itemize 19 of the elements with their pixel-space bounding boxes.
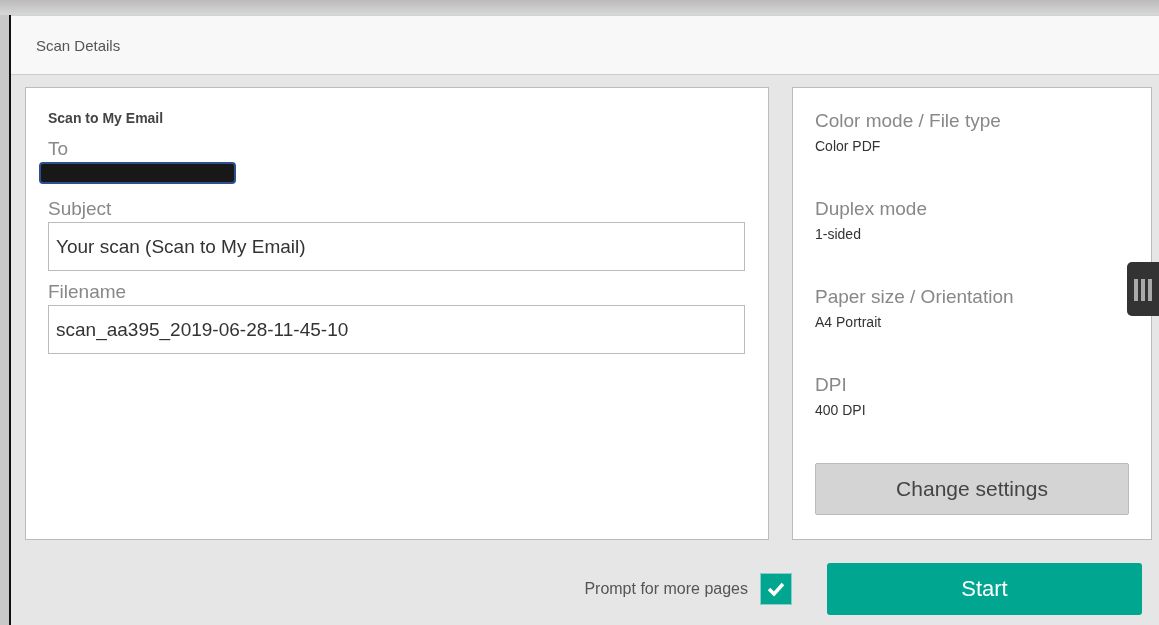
page-title: Scan Details — [36, 36, 121, 54]
setting-value: Color PDF — [815, 138, 882, 154]
field-label: Subject — [48, 198, 113, 220]
setting-value: 400 DPI — [815, 402, 867, 418]
setting-label: Paper size / Orientation — [815, 286, 1015, 308]
change-settings-button[interactable]: Change settings — [815, 463, 1129, 515]
setting-value: 1-sided — [815, 226, 862, 242]
input-field[interactable]: scan_aa395_2019-06-28-11-45-10 — [48, 305, 745, 354]
setting-label: Color mode / File type — [815, 110, 1002, 132]
checkbox-label: Prompt for more pages — [584, 580, 748, 598]
form-title: Scan to My Email — [48, 110, 165, 126]
setting-value: A4 Portrait — [815, 314, 883, 330]
checkbox[interactable] — [760, 573, 792, 605]
field-label: Filename — [48, 281, 128, 303]
drawer-handle[interactable] — [1127, 262, 1159, 316]
setting-label: Duplex mode — [815, 198, 928, 220]
field-label: To — [48, 138, 70, 160]
input-field[interactable]: Your scan (Scan to My Email) — [48, 222, 745, 271]
setting-label: DPI — [815, 374, 848, 396]
